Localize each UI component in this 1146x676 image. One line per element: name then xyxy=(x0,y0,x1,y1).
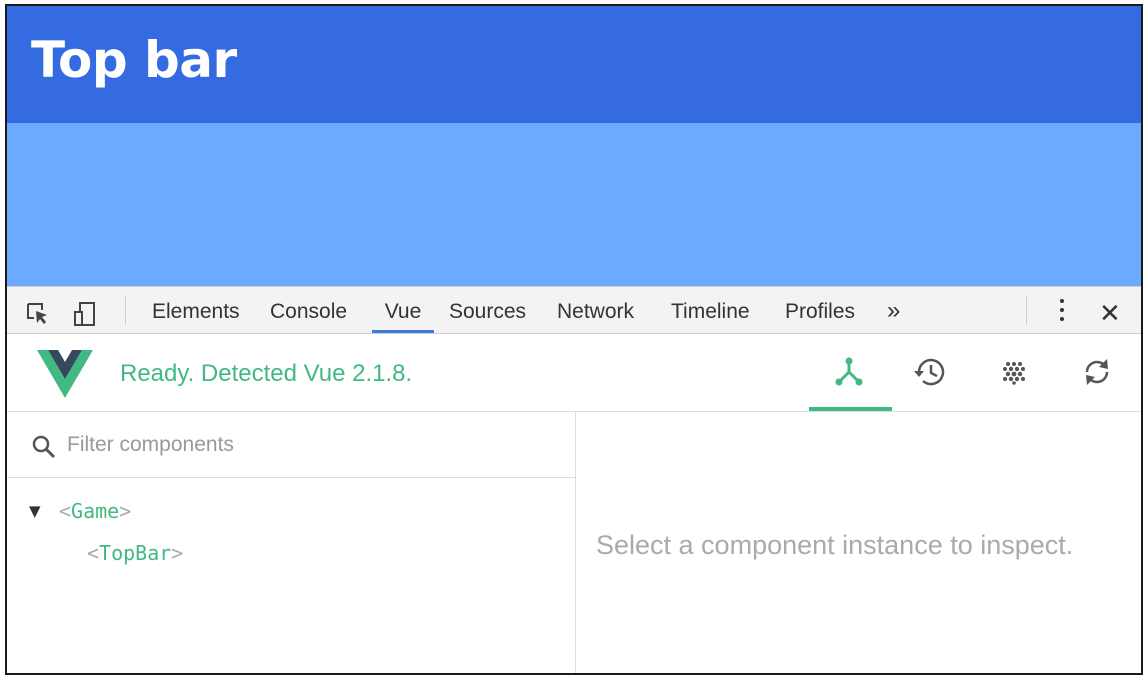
vue-devtools-header: Ready. Detected Vue 2.1.8. xyxy=(7,334,1141,412)
app-preview: Top bar xyxy=(7,6,1141,286)
tag-close-bracket: > xyxy=(119,499,132,523)
component-name: Game xyxy=(71,499,120,523)
tree-item-topbar[interactable]: <TopBar> xyxy=(87,538,287,568)
refresh-icon[interactable] xyxy=(1077,352,1117,392)
kebab-menu-icon[interactable] xyxy=(1057,299,1067,325)
close-icon[interactable]: ✕ xyxy=(1099,289,1121,335)
top-bar-title: Top bar xyxy=(31,31,237,89)
tag-open-bracket: < xyxy=(59,499,72,523)
app-body xyxy=(7,123,1141,286)
tag-close-bracket: > xyxy=(171,541,184,565)
inspector-panel: Select a component instance to inspect. xyxy=(576,412,1141,673)
components-panel: ▼ <Game> <TopBar> xyxy=(7,412,576,673)
inspect-element-icon[interactable] xyxy=(25,301,49,325)
inspector-empty-message: Select a component instance to inspect. xyxy=(596,530,1074,560)
history-icon[interactable] xyxy=(910,352,950,392)
components-tree-icon[interactable] xyxy=(829,352,869,392)
filter-components-input[interactable] xyxy=(67,430,547,460)
vue-logo-icon xyxy=(37,350,93,398)
tab-console[interactable]: Console xyxy=(270,287,347,333)
tab-timeline[interactable]: Timeline xyxy=(671,287,750,333)
device-toolbar-icon[interactable] xyxy=(73,301,97,326)
vue-status-text: Ready. Detected Vue 2.1.8. xyxy=(120,360,413,387)
active-nav-indicator xyxy=(809,407,892,411)
filter-row xyxy=(7,412,575,478)
window-frame: Top bar Elements Console Vue Sources Net… xyxy=(5,4,1143,675)
component-name: TopBar xyxy=(99,541,172,565)
toolbar-separator xyxy=(125,297,126,325)
tree-item-game[interactable]: ▼ <Game> xyxy=(7,496,207,526)
vuex-icon[interactable] xyxy=(994,352,1034,392)
search-icon xyxy=(31,434,57,460)
tab-profiles[interactable]: Profiles xyxy=(785,287,855,333)
tab-network[interactable]: Network xyxy=(557,287,634,333)
tab-vue[interactable]: Vue xyxy=(372,287,434,333)
devtools-toolbar: Elements Console Vue Sources Network Tim… xyxy=(7,286,1141,334)
top-bar: Top bar xyxy=(7,6,1141,123)
toolbar-separator xyxy=(1026,297,1027,325)
tab-sources[interactable]: Sources xyxy=(449,287,526,333)
tag-open-bracket: < xyxy=(87,541,100,565)
tab-elements[interactable]: Elements xyxy=(152,287,240,333)
expand-arrow-icon[interactable]: ▼ xyxy=(29,496,41,526)
more-tabs-button[interactable]: » xyxy=(887,287,900,333)
